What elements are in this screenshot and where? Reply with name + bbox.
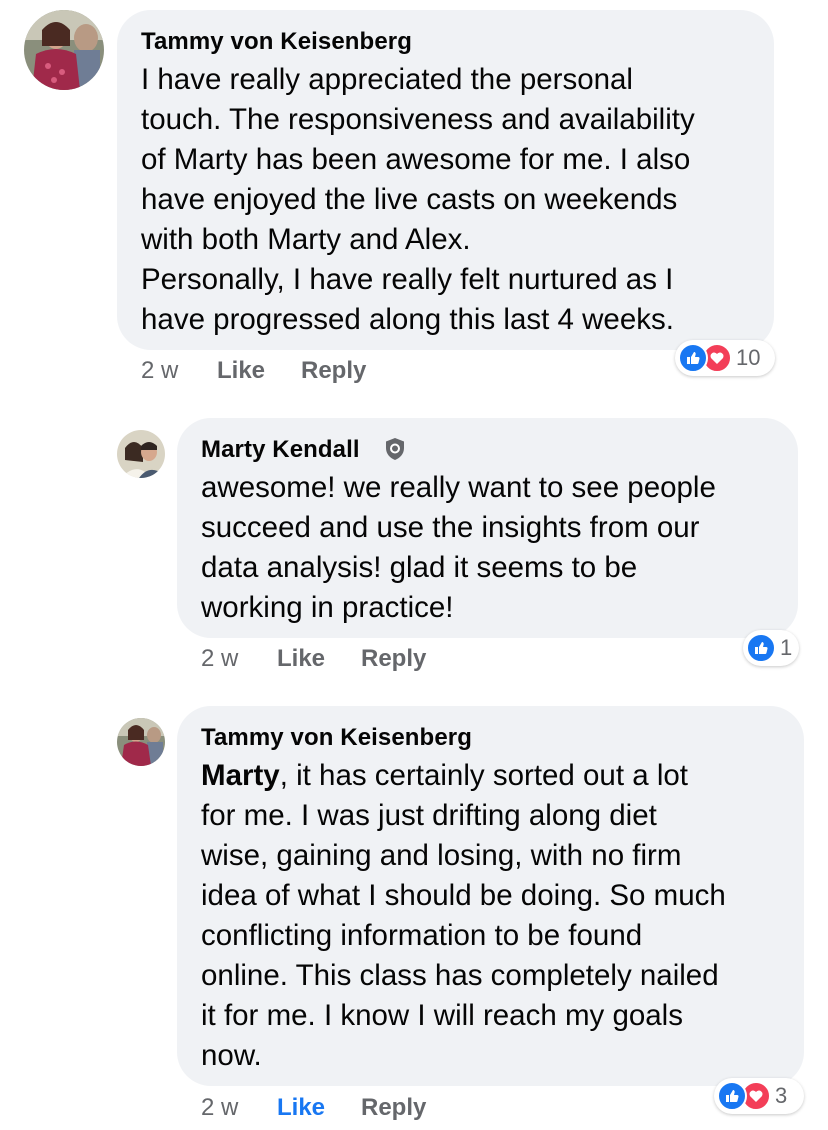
- comment-actions: 2 w Like Reply: [201, 1094, 501, 1124]
- comment-timestamp[interactable]: 2 w: [141, 357, 178, 385]
- reaction-count: 10: [736, 345, 761, 370]
- comment-text-line: of Marty has been awesome for me. I also: [141, 143, 691, 176]
- thumbs-up-icon: [746, 633, 776, 663]
- comment-author[interactable]: Marty Kendall: [201, 436, 360, 464]
- reply-button[interactable]: Reply: [361, 1094, 426, 1122]
- comment-text: I have really appreciated the personal t…: [141, 60, 695, 340]
- like-button[interactable]: Like: [277, 1094, 325, 1122]
- comment-text-line: idea of what I should be doing. So much: [201, 879, 726, 912]
- comment-text-line: succeed and use the insights from our: [201, 511, 700, 544]
- reaction-count: 1: [780, 635, 793, 660]
- comment-text-line: awesome! we really want to see people: [201, 471, 716, 504]
- avatar[interactable]: [24, 10, 104, 90]
- comment-text-line: touch. The responsiveness and availabili…: [141, 103, 695, 136]
- like-button[interactable]: Like: [217, 357, 265, 385]
- comment-text-line: with both Marty and Alex.: [141, 223, 471, 256]
- comment-text-line: data analysis! glad it seems to be: [201, 551, 638, 584]
- comment-text-line: working in practice!: [201, 591, 454, 624]
- reaction-summary[interactable]: 1: [743, 630, 799, 666]
- comment-text-line: have enjoyed the live casts on weekends: [141, 183, 678, 216]
- reply-button[interactable]: Reply: [301, 357, 366, 385]
- comment-author[interactable]: Tammy von Keisenberg: [201, 724, 472, 752]
- comment-timestamp[interactable]: 2 w: [201, 1094, 238, 1122]
- comment-text-segment: , it has certainly sorted out a lot: [279, 759, 688, 792]
- like-button[interactable]: Like: [277, 645, 325, 673]
- thumbs-up-icon: [717, 1081, 747, 1111]
- comment-text: awesome! we really want to see people su…: [201, 468, 716, 628]
- comment-text-line: for me. I was just drifting along diet: [201, 799, 657, 832]
- comment-text-line: Marty, it has certainly sorted out a lot: [201, 756, 726, 796]
- comment-text-line: I have really appreciated the personal: [141, 63, 633, 96]
- reaction-count: 3: [775, 1083, 788, 1108]
- comment-actions: 2 w Like Reply: [201, 645, 501, 675]
- thumbs-up-icon: [678, 343, 708, 373]
- reaction-summary[interactable]: 10: [675, 340, 775, 376]
- mention-link[interactable]: Marty: [201, 759, 280, 792]
- comment-text-line: it for me. I know I will reach my goals: [201, 999, 683, 1032]
- comment-text: Marty, it has certainly sorted out a lot…: [201, 756, 726, 1076]
- avatar[interactable]: [117, 718, 165, 766]
- comment-text-line: conflicting information to be found: [201, 919, 643, 952]
- comment-text-line: now.: [201, 1039, 262, 1072]
- reaction-summary[interactable]: 3: [714, 1078, 804, 1114]
- comment-actions: 2 w Like Reply: [141, 357, 441, 387]
- comment-text-line: online. This class has completely nailed: [201, 959, 719, 992]
- comment-text-line: wise, gaining and losing, with no firm: [201, 839, 682, 872]
- comment-timestamp[interactable]: 2 w: [201, 645, 238, 673]
- comment-author[interactable]: Tammy von Keisenberg: [141, 28, 412, 56]
- comment-text-line: Personally, I have really felt nurtured …: [141, 263, 674, 296]
- reply-button[interactable]: Reply: [361, 645, 426, 673]
- avatar[interactable]: [117, 430, 165, 478]
- comment-text-line: have progressed along this last 4 weeks.: [141, 303, 674, 336]
- admin-shield-icon: [384, 437, 406, 466]
